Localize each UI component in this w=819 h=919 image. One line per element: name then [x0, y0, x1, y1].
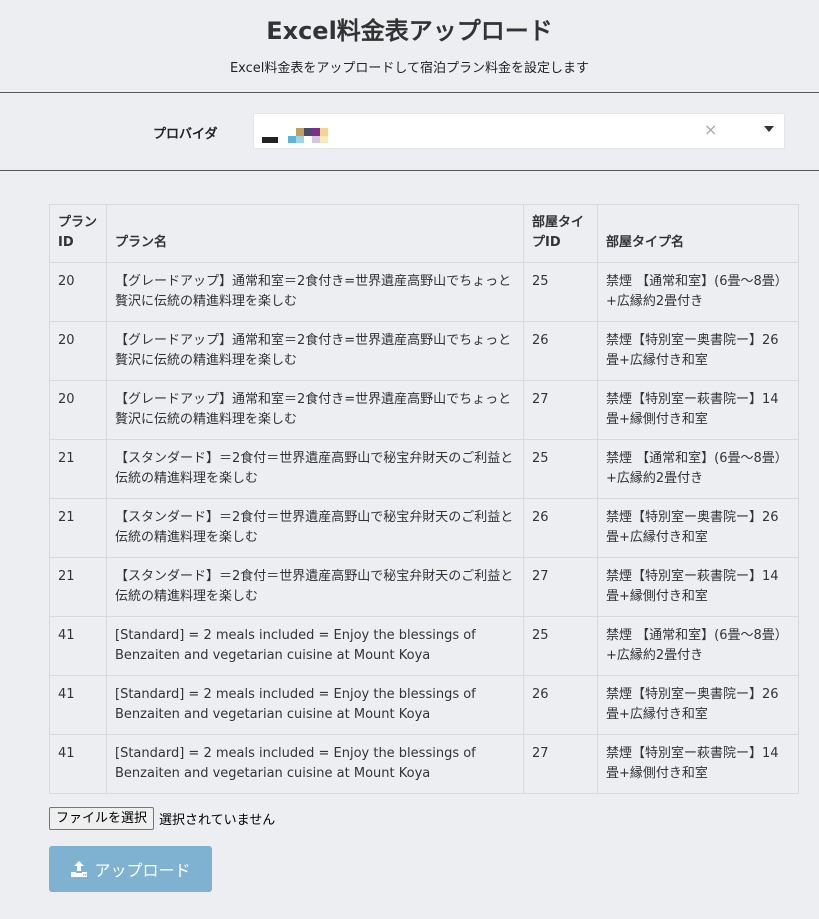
plan-id-cell: 21: [49, 557, 107, 617]
upload-icon: [71, 861, 88, 877]
column-header-plan-name: プラン名: [106, 204, 524, 263]
room-type-name-cell: 禁煙【特別室ー奥書院ー】26畳+広縁付き和室: [597, 498, 799, 558]
plan-name-cell: 【グレードアップ】通常和室＝2食付き=世界遺産高野山でちょっと贅沢に伝統の精進料…: [106, 262, 524, 322]
column-header-room-type-id: 部屋タイプID: [523, 204, 598, 263]
room-type-id-cell: 27: [523, 380, 598, 440]
plan-name-cell: 【グレードアップ】通常和室＝2食付き=世界遺産高野山でちょっと贅沢に伝統の精進料…: [106, 380, 524, 440]
provider-divider: [0, 170, 819, 171]
room-type-id-cell: 25: [523, 616, 598, 676]
room-type-name-cell: 禁煙 【通常和室】(6畳〜8畳）+広縁約2畳付き: [597, 616, 799, 676]
plan-name-cell: 【スタンダード】＝2食付＝世界遺産高野山で秘宝弁財天のご利益と伝統の精進料理を楽…: [106, 557, 524, 617]
table-row: 20 【グレードアップ】通常和室＝2食付き=世界遺産高野山でちょっと贅沢に伝統の…: [49, 321, 799, 381]
plan-id-cell: 20: [49, 321, 107, 381]
page-title: Excel料金表アップロード: [266, 17, 553, 45]
room-type-id-cell: 27: [523, 734, 598, 794]
plan-id-cell: 20: [49, 380, 107, 440]
column-header-plan-id: プランID: [49, 204, 107, 263]
table-row: 20 【グレードアップ】通常和室＝2食付き=世界遺産高野山でちょっと贅沢に伝統の…: [49, 380, 799, 440]
file-input: ファイルを選択 選択されていません: [49, 807, 275, 830]
room-type-name-cell: 禁煙【特別室ー萩書院ー】14畳+縁側付き和室: [597, 557, 799, 617]
table-row: 41 [Standard] = 2 meals included = Enjoy…: [49, 616, 799, 676]
room-type-id-cell: 27: [523, 557, 598, 617]
plan-name-cell: [Standard] = 2 meals included = Enjoy th…: [106, 616, 524, 676]
table-row: 21 【スタンダード】＝2食付＝世界遺産高野山で秘宝弁財天のご利益と伝統の精進料…: [49, 439, 799, 499]
room-type-name-cell: 禁煙【特別室ー奥書院ー】26畳+広縁付き和室: [597, 675, 799, 735]
room-type-name-cell: 禁煙【特別室ー萩書院ー】14畳+縁側付き和室: [597, 380, 799, 440]
room-type-name-cell: 禁煙【特別室ー萩書院ー】14畳+縁側付き和室: [597, 734, 799, 794]
table-row: 20 【グレードアップ】通常和室＝2食付き=世界遺産高野山でちょっと贅沢に伝統の…: [49, 262, 799, 322]
upload-button[interactable]: アップロード: [49, 846, 212, 892]
plan-table: プランID プラン名 部屋タイプID 部屋タイプ名 20 【グレードアップ】通常…: [49, 204, 799, 794]
room-type-name-cell: 禁煙【特別室ー奥書院ー】26畳+広縁付き和室: [597, 321, 799, 381]
upload-button-label: アップロード: [94, 861, 191, 880]
page-subtitle: Excel料金表をアップロードして宿泊プラン料金を設定します: [229, 61, 590, 76]
plan-name-cell: 【スタンダード】＝2食付＝世界遺産高野山で秘宝弁財天のご利益と伝統の精進料理を楽…: [106, 439, 524, 499]
table-row: 21 【スタンダード】＝2食付＝世界遺産高野山で秘宝弁財天のご利益と伝統の精進料…: [49, 557, 799, 617]
choose-file-button[interactable]: ファイルを選択: [49, 807, 155, 830]
column-header-room-type-name: 部屋タイプ名: [597, 204, 799, 263]
room-type-id-cell: 25: [523, 439, 598, 499]
plan-name-cell: 【グレードアップ】通常和室＝2食付き=世界遺産高野山でちょっと贅沢に伝統の精進料…: [106, 321, 524, 381]
plan-name-cell: 【スタンダード】＝2食付＝世界遺産高野山で秘宝弁財天のご利益と伝統の精進料理を楽…: [106, 498, 524, 558]
provider-logo: [262, 128, 328, 143]
room-type-name-cell: 禁煙 【通常和室】(6畳〜8畳）+広縁約2畳付き: [597, 262, 799, 322]
table-header-row: プランID プラン名 部屋タイプID 部屋タイプ名: [49, 204, 799, 263]
plan-name-cell: [Standard] = 2 meals included = Enjoy th…: [106, 675, 524, 735]
table-row: 41 [Standard] = 2 meals included = Enjoy…: [49, 734, 799, 794]
room-type-id-cell: 25: [523, 262, 598, 322]
file-status: 選択されていません: [159, 813, 276, 828]
plan-id-cell: 21: [49, 439, 107, 499]
provider-select[interactable]: ×: [253, 113, 785, 149]
table-row: 41 [Standard] = 2 meals included = Enjoy…: [49, 675, 799, 735]
room-type-id-cell: 26: [523, 675, 598, 735]
room-type-name-cell: 禁煙 【通常和室】(6畳〜8畳）+広縁約2畳付き: [597, 439, 799, 499]
plan-id-cell: 41: [49, 616, 107, 676]
room-type-id-cell: 26: [523, 498, 598, 558]
table-row: 21 【スタンダード】＝2食付＝世界遺産高野山で秘宝弁財天のご利益と伝統の精進料…: [49, 498, 799, 558]
chevron-down-icon[interactable]: [764, 126, 774, 132]
plan-id-cell: 41: [49, 734, 107, 794]
page-header: Excel料金表アップロード Excel料金表をアップロードして宿泊プラン料金を…: [0, 0, 819, 92]
room-type-id-cell: 26: [523, 321, 598, 381]
plan-name-cell: [Standard] = 2 meals included = Enjoy th…: [106, 734, 524, 794]
plan-id-cell: 20: [49, 262, 107, 322]
plan-id-cell: 21: [49, 498, 107, 558]
provider-row: プロバイダ ×: [0, 93, 819, 170]
clear-icon[interactable]: ×: [704, 120, 717, 139]
plan-id-cell: 41: [49, 675, 107, 735]
provider-label: プロバイダ: [153, 127, 218, 142]
